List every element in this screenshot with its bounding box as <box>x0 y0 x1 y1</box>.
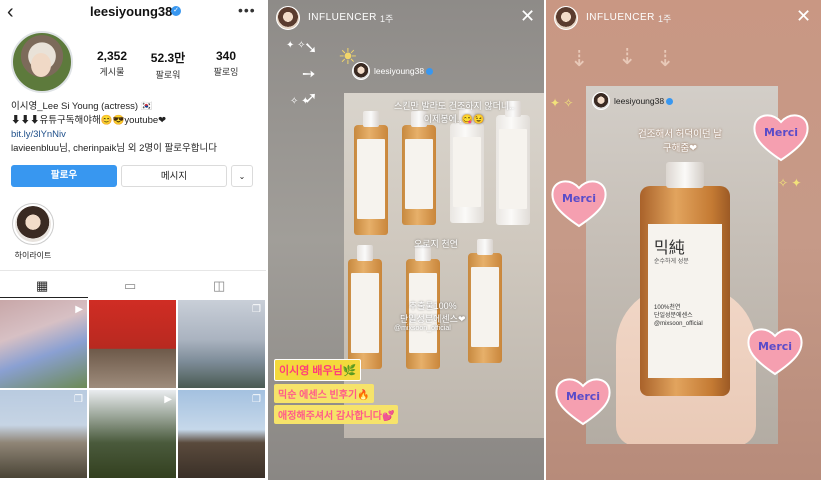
bottle-subtitle: 순수하게 성분 <box>654 259 689 265</box>
profile-panel: ‹ leesiyoung38 ✓ ••• 2,352 게시물 52.3만 팔로워… <box>0 0 266 480</box>
merci-text: Merci <box>763 126 799 139</box>
essence-bottle <box>348 245 382 369</box>
arrow-icon: ➙ <box>302 66 316 83</box>
profile-header: ‹ leesiyoung38 ✓ ••• <box>0 0 266 26</box>
stat-followers-label: 팔로워 <box>155 70 181 80</box>
more-options-icon[interactable]: ••• <box>238 2 256 18</box>
sticker-review: 믹순 에센스 빈후기🔥 <box>274 384 374 403</box>
essence-bottle <box>402 111 436 225</box>
story-time: 1주 <box>658 14 672 24</box>
sparkle-icon: ✦ ✧ <box>286 40 306 51</box>
stat-followers-value: 52.3만 <box>150 51 186 65</box>
carousel-icon: ❐ <box>252 304 261 315</box>
stat-following-label: 팔로잉 <box>213 67 239 77</box>
arrow-down-icon: ⇣ <box>570 46 589 71</box>
stat-following-value: 340 <box>215 49 237 63</box>
highlight-circle[interactable] <box>12 203 54 245</box>
bio-line: ⬇⬇⬇유튜구독해야해😊😎youtube❤ <box>11 115 167 126</box>
bottle-text: 100%천연 단일성분에센스 @mixsoon_official <box>654 305 703 327</box>
carousel-icon: ❐ <box>252 394 261 405</box>
stat-posts-label: 게시물 <box>99 67 125 77</box>
stat-following[interactable]: 340 팔로잉 <box>196 49 256 78</box>
profile-tabs: ▦ ▭ ◫ <box>0 270 266 298</box>
arrow-down-icon: ⇣ <box>656 46 675 71</box>
story-title: INFLUENCER <box>586 12 655 23</box>
grid-tab-icon[interactable]: ▦ <box>36 278 48 294</box>
profile-avatar[interactable] <box>11 31 73 93</box>
essence-bottle <box>450 109 484 223</box>
post-grid: ▶ ❐ ❐ ▶ ❐ <box>0 300 266 480</box>
sparkle-icon: ✧ ✦ <box>778 176 802 190</box>
post-thumbnail[interactable]: ❐ <box>178 390 265 478</box>
carousel-icon: ❐ <box>74 394 83 405</box>
caption-handle: @mixsoon_official <box>394 325 451 332</box>
story-panel-2: INFLUENCER 1주 ✕ ⇣ ⇣ ⇣ ✦ ✧ ✧ ✦ leesiyoung… <box>546 0 821 480</box>
followed-by-text[interactable]: lavieenbluu님, cherinpaik님 외 2명이 팔로우합니다 <box>11 142 261 156</box>
story-avatar[interactable] <box>554 6 578 30</box>
profile-bio: 이시영_Lee Si Young (actress) 🇰🇷 ⬇⬇⬇유튜구독해야해… <box>11 100 261 156</box>
verified-icon: ✓ <box>171 6 181 16</box>
post-thumbnail[interactable]: ❐ <box>0 390 87 478</box>
caption: 건조해서 허덕이던 날 구해줌❤ <box>638 129 722 154</box>
post-thumbnail[interactable]: ❐ <box>178 300 265 388</box>
profile-username: leesiyoung38 <box>90 4 173 19</box>
story-photo: 스킨만 발라도 건조하지 않더니.. 이제봉에..😋😉 오로지 천연 추출물10… <box>344 93 544 438</box>
bio-link[interactable]: bit.ly/3lYnNiv <box>11 128 261 142</box>
merci-heart-sticker: Merci <box>752 112 810 162</box>
arrow-icon: ➘ <box>304 40 318 57</box>
sticker-actress: 이시영 배우님🌿 <box>274 359 362 381</box>
merci-text: Merci <box>561 192 597 205</box>
active-tab-indicator <box>0 297 88 298</box>
caption-mid: 오로지 천연 <box>414 239 458 249</box>
story-avatar[interactable] <box>276 6 300 30</box>
story-time: 1주 <box>380 14 394 24</box>
highlight-label: 하이라이트 <box>14 251 52 260</box>
inner-username: leesiyoung38 <box>614 96 674 106</box>
sparkle-icon: ✧ ✦ <box>290 96 310 107</box>
suggested-dropdown-button[interactable]: ⌄ <box>231 165 253 187</box>
bio-name: 이시영_Lee Si Young (actress) 🇰🇷 <box>11 101 153 112</box>
igtv-tab-icon[interactable]: ▭ <box>124 278 136 294</box>
caption-low: 추출물100% 단일성분에센스❤ <box>400 301 466 324</box>
close-icon[interactable]: ✕ <box>796 6 811 27</box>
inner-username: leesiyoung38 <box>374 66 434 76</box>
story-panel-1: INFLUENCER 1주 ✕ ✦ ✧ ➘ ➙ ➚ ✧ ✦ ☀ leesiyou… <box>268 0 544 480</box>
message-button[interactable]: 메시지 <box>121 165 227 187</box>
merci-heart-sticker: Merci <box>746 326 804 376</box>
story-photo: leesiyoung38 믹純 순수하게 성분 100%천연 단일성분에센스 @… <box>586 86 778 444</box>
stat-followers[interactable]: 52.3만 팔로워 <box>138 49 198 81</box>
essence-bottle-large: 믹純 순수하게 성분 100%천연 단일성분에센스 @mixsoon_offic… <box>640 162 730 396</box>
merci-heart-sticker: Merci <box>554 376 612 426</box>
stat-posts[interactable]: 2,352 게시물 <box>82 49 142 78</box>
post-thumbnail[interactable]: ▶ <box>89 390 176 478</box>
tagged-tab-icon[interactable]: ◫ <box>213 278 225 294</box>
sparkle-icon: ✦ ✧ <box>550 96 574 110</box>
arrow-down-icon: ⇣ <box>618 44 637 69</box>
essence-bottle <box>354 111 388 235</box>
post-thumbnail[interactable]: ▶ <box>0 300 87 388</box>
caption-top: 스킨만 발라도 건조하지 않더니.. 이제봉에..😋😉 <box>394 101 515 124</box>
essence-bottle <box>496 101 530 225</box>
video-icon: ▶ <box>75 304 83 315</box>
follow-button[interactable]: 팔로우 <box>11 165 117 187</box>
stat-posts-value: 2,352 <box>96 49 128 63</box>
post-thumbnail[interactable] <box>89 300 176 388</box>
video-icon: ▶ <box>164 394 172 405</box>
merci-text: Merci <box>565 390 601 403</box>
inner-avatar <box>352 62 370 80</box>
essence-bottle <box>468 239 502 363</box>
merci-heart-sticker: Merci <box>550 178 608 228</box>
story-title: INFLUENCER <box>308 12 377 23</box>
screenshot-collage: ‹ leesiyoung38 ✓ ••• 2,352 게시물 52.3만 팔로워… <box>0 0 821 480</box>
sticker-thanks: 애정해주셔서 감사합니다💕 <box>274 405 399 424</box>
bottle-brand: 믹純 <box>654 238 685 257</box>
inner-avatar <box>592 92 610 110</box>
back-icon[interactable]: ‹ <box>7 2 14 22</box>
close-icon[interactable]: ✕ <box>520 6 535 27</box>
merci-text: Merci <box>757 340 793 353</box>
